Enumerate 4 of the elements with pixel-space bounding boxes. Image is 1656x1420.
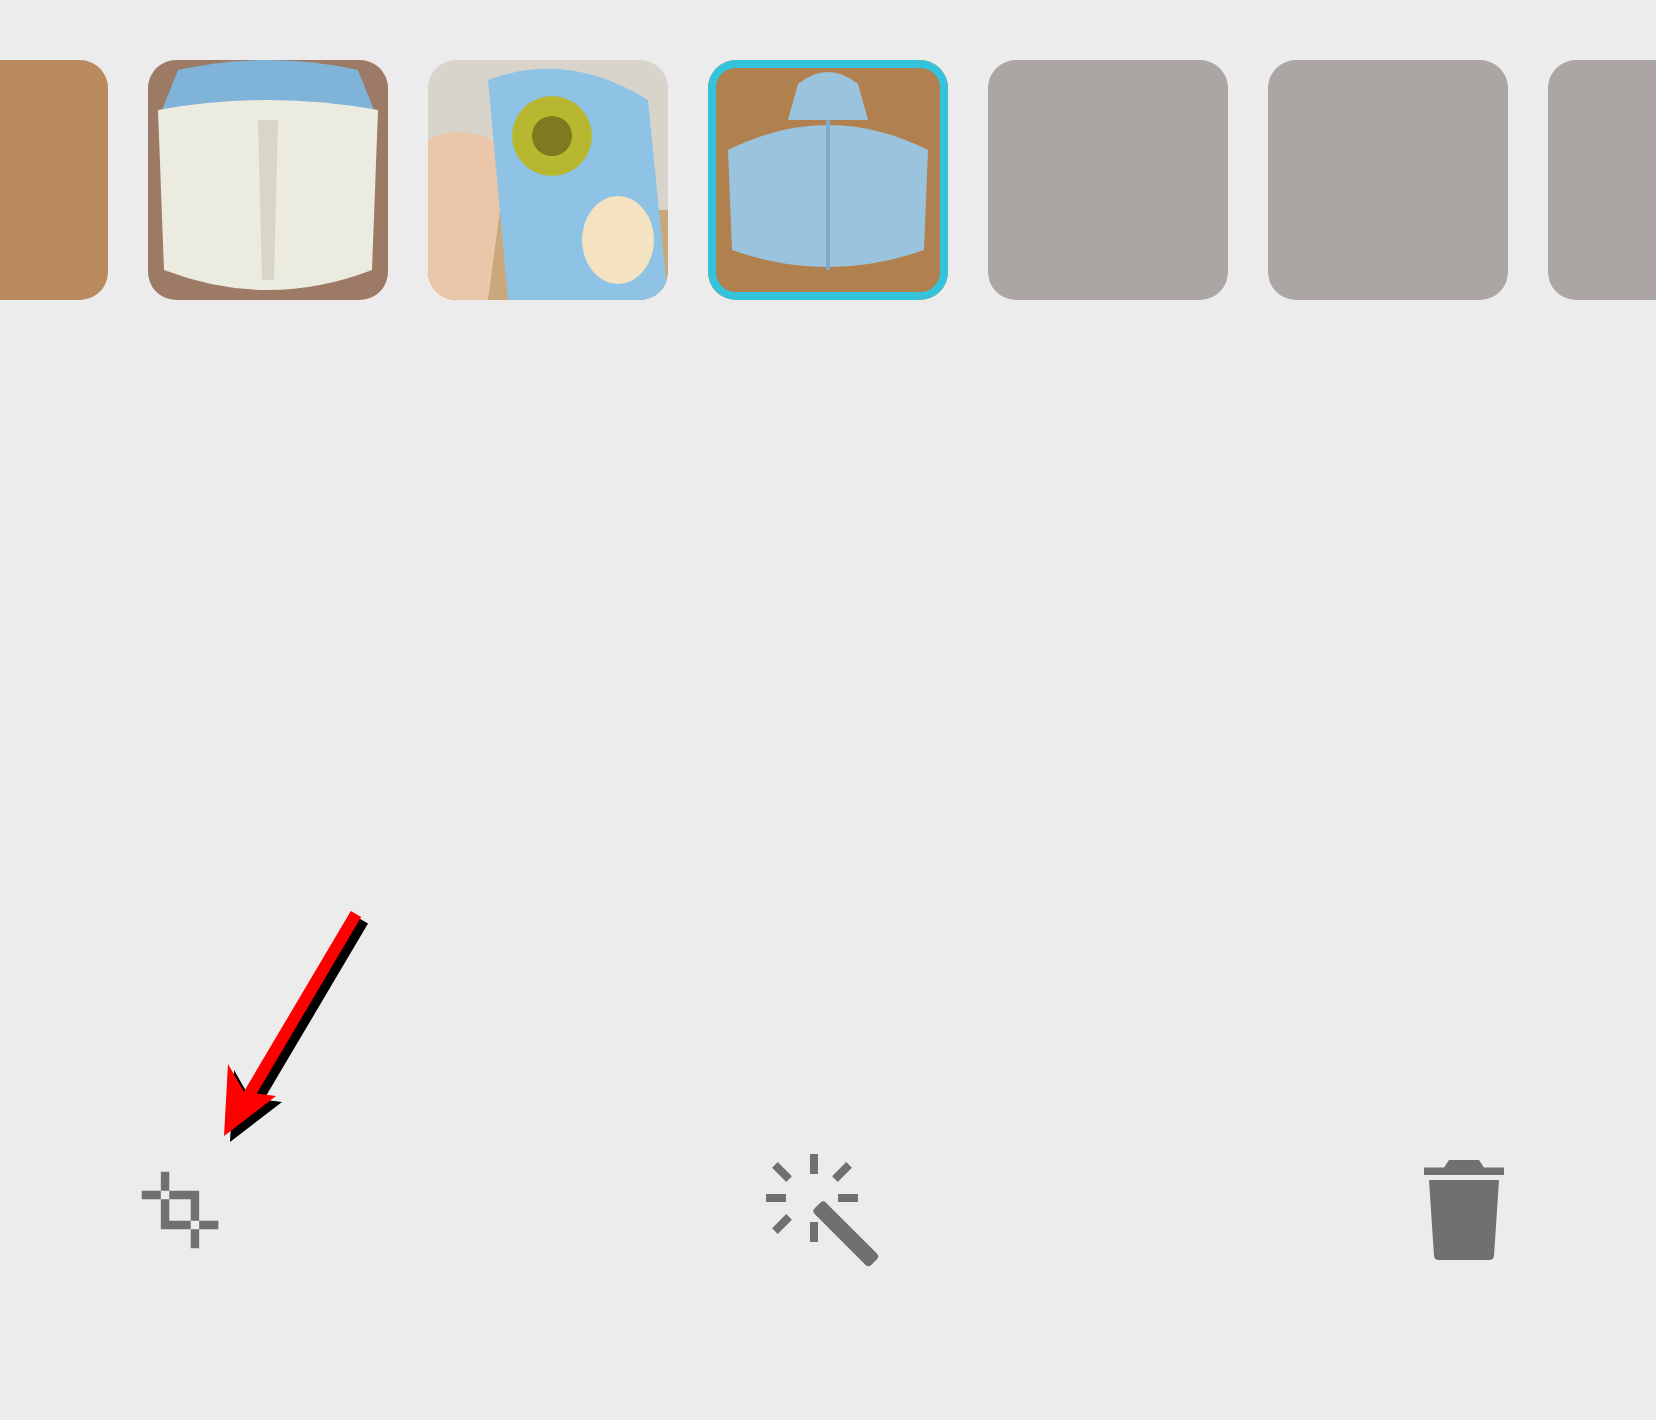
magic-wand-icon[interactable] <box>762 1150 882 1270</box>
delete-icon[interactable] <box>1424 1160 1504 1260</box>
empty-thumbnail[interactable] <box>1268 60 1508 300</box>
empty-thumbnail[interactable] <box>988 60 1228 300</box>
